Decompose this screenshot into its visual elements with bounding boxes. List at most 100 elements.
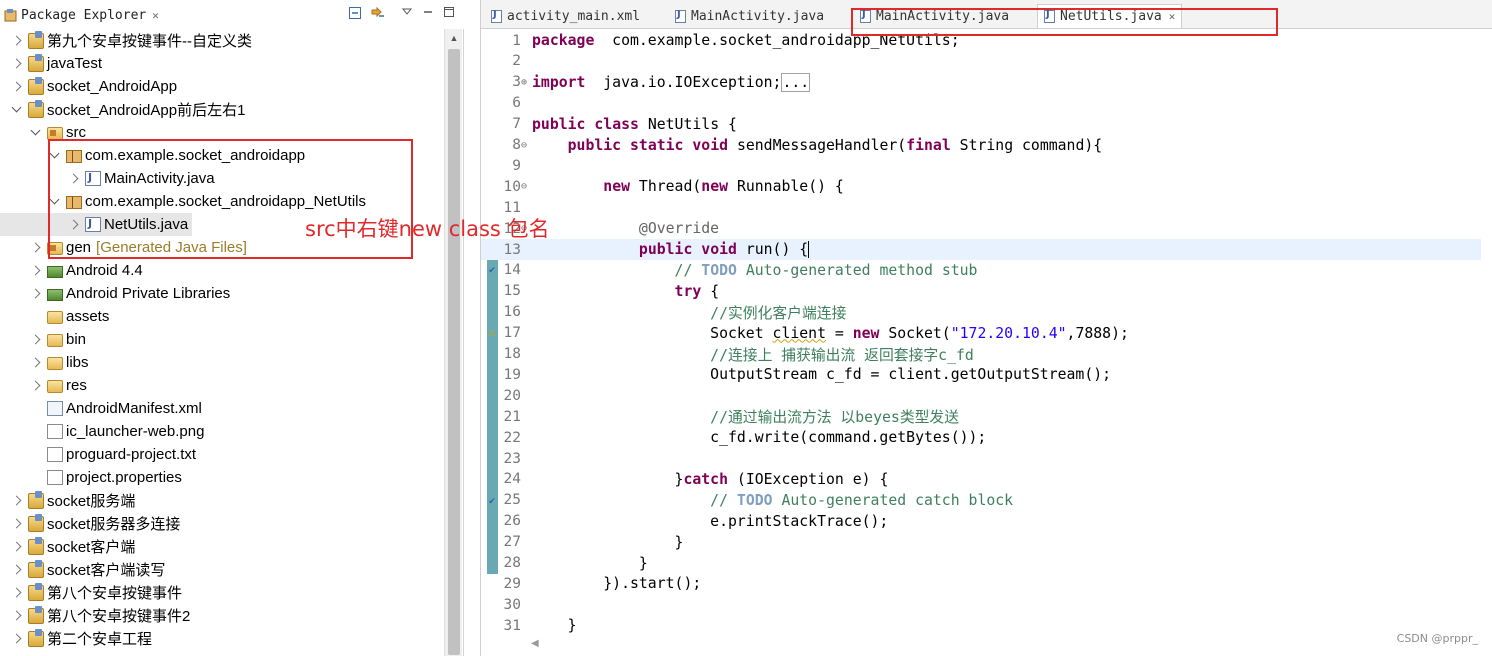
fold-toggle-icon[interactable]: ⊖ — [521, 140, 532, 151]
code-line[interactable]: 23 — [481, 448, 1481, 469]
code-line[interactable]: 22 c_fd.write(command.getBytes()); — [481, 427, 1481, 448]
expanded-chevron-icon[interactable] — [29, 126, 43, 140]
code-text: }).start(); — [532, 575, 701, 592]
code-line[interactable]: 2 — [481, 51, 1481, 72]
explorer-tab-bar: Package Explorer ✕ — [0, 0, 464, 29]
code-line[interactable]: 29 }).start(); — [481, 573, 1481, 594]
code-text: } — [532, 534, 684, 551]
scroll-left-icon[interactable]: ◀ — [531, 638, 539, 649]
code-line[interactable]: 27 } — [481, 532, 1481, 553]
code-line[interactable]: 18 //连接上 捕获输出流 返回套接字c_fd — [481, 344, 1481, 365]
project-item[interactable]: socket服务端 — [0, 489, 135, 512]
project-icon — [28, 605, 44, 624]
line-number: 7 — [512, 116, 521, 133]
collapsed-chevron-icon[interactable] — [10, 80, 24, 94]
code-line[interactable]: 3 ⊕ import java.io.IOException;... — [481, 72, 1481, 93]
code-line[interactable]: 17 Socket client = new Socket("172.20.10… — [481, 323, 1481, 344]
code-line[interactable]: 20 — [481, 385, 1481, 406]
project-item[interactable]: socket_AndroidApp前后左右1 — [0, 98, 245, 121]
code-text: @Override — [532, 220, 719, 237]
file-icon — [47, 424, 63, 439]
expanded-chevron-icon[interactable] — [10, 103, 24, 117]
code-line[interactable]: 14 // TODO Auto-generated method stub — [481, 260, 1481, 281]
folder-icon — [47, 334, 63, 347]
line-number: 26 — [503, 513, 521, 530]
code-line[interactable]: 8 ⊖ public static void sendMessageHandler… — [481, 135, 1481, 156]
collapsed-chevron-icon[interactable] — [10, 563, 24, 577]
collapsed-chevron-icon[interactable] — [29, 333, 43, 347]
collapsed-chevron-icon[interactable] — [29, 241, 43, 255]
project-item[interactable]: 第九个安卓按键事件--自定义类 — [0, 29, 252, 52]
tree-item[interactable]: bin — [0, 328, 86, 351]
code-line[interactable]: 16 //实例化客户端连接 — [481, 302, 1481, 323]
collapsed-chevron-icon[interactable] — [10, 586, 24, 600]
close-icon[interactable]: ✕ — [152, 9, 159, 22]
line-number: 30 — [503, 596, 521, 613]
code-line[interactable]: 19 OutputStream c_fd = client.getOutputS… — [481, 364, 1481, 385]
project-item[interactable]: 第二个安卓工程 — [0, 627, 152, 650]
project-item[interactable]: 第八个安卓按键事件2 — [0, 604, 190, 627]
code-area[interactable]: 1 package com.example.socket_androidapp_N… — [481, 29, 1492, 643]
code-line[interactable]: 12 ⊖ @Override — [481, 218, 1481, 239]
collapsed-chevron-icon[interactable] — [10, 517, 24, 531]
tree-item[interactable]: proguard-project.txt — [0, 443, 196, 466]
code-line[interactable]: 7 public class NetUtils { — [481, 114, 1481, 135]
tree-item[interactable]: libs — [0, 351, 89, 374]
explorer-scrollbar[interactable]: ▲ — [444, 29, 462, 656]
tree-item[interactable]: res — [0, 374, 87, 397]
project-item[interactable]: 第八个安卓按键事件 — [0, 581, 182, 604]
code-line[interactable]: 9 — [481, 155, 1481, 176]
minimize-icon[interactable] — [420, 6, 436, 22]
code-line[interactable]: 26 e.printStackTrace(); — [481, 511, 1481, 532]
code-text: //实例化客户端连接 — [532, 302, 846, 323]
tree-item[interactable]: ic_launcher-web.png — [0, 420, 204, 443]
tree-item[interactable]: AndroidManifest.xml — [0, 397, 202, 420]
code-line[interactable]: 28 } — [481, 553, 1481, 574]
tree-item[interactable]: project.properties — [0, 466, 182, 489]
view-menu-icon[interactable] — [399, 6, 415, 22]
collapsed-chevron-icon[interactable] — [10, 540, 24, 554]
scroll-up-icon[interactable]: ▲ — [445, 29, 463, 47]
editor-tab[interactable]: activity_main.xml — [485, 4, 646, 28]
collapse-all-icon[interactable] — [347, 6, 363, 22]
collapsed-chevron-icon[interactable] — [10, 632, 24, 646]
folded-import-marker[interactable]: ... — [781, 72, 811, 92]
project-item[interactable]: socket客户端读写 — [0, 558, 165, 581]
code-token: String command){ — [950, 136, 1103, 154]
editor-tab[interactable]: MainActivity.java — [669, 4, 830, 28]
collapsed-chevron-icon[interactable] — [29, 379, 43, 393]
project-item[interactable]: javaTest — [0, 52, 102, 75]
collapsed-chevron-icon[interactable] — [29, 287, 43, 301]
scrollbar-thumb[interactable] — [448, 49, 460, 655]
project-item[interactable]: socket服务器多连接 — [0, 512, 180, 535]
tree-item[interactable]: Android 4.4 — [0, 259, 143, 282]
collapsed-chevron-icon[interactable] — [29, 264, 43, 278]
collapsed-chevron-icon[interactable] — [10, 609, 24, 623]
code-line[interactable]: 11 — [481, 197, 1481, 218]
code-line[interactable]: 25 // TODO Auto-generated catch block — [481, 490, 1481, 511]
tree-item[interactable]: Android Private Libraries — [0, 282, 230, 305]
project-item[interactable]: socket客户端 — [0, 535, 135, 558]
collapsed-chevron-icon[interactable] — [10, 34, 24, 48]
code-line[interactable]: 30 — [481, 594, 1481, 615]
xml-icon — [47, 401, 63, 416]
horizontal-scrollbar[interactable]: ◀ — [521, 638, 1481, 656]
code-line[interactable]: 21 //通过输出流方法 以beyes类型发送 — [481, 406, 1481, 427]
code-line[interactable]: 24 }catch (IOException e) { — [481, 469, 1481, 490]
project-item[interactable]: socket_AndroidApp — [0, 75, 177, 98]
collapsed-chevron-icon[interactable] — [10, 57, 24, 71]
code-line[interactable]: 15 try { — [481, 281, 1481, 302]
code-line[interactable]: 31 } — [481, 615, 1481, 636]
fold-toggle-icon[interactable]: ⊖ — [521, 181, 532, 192]
collapsed-chevron-icon[interactable] — [10, 494, 24, 508]
link-with-editor-icon[interactable] — [370, 6, 386, 22]
file-icon — [47, 470, 63, 485]
tree-item[interactable]: assets — [0, 305, 109, 328]
code-line[interactable]: 6 — [481, 93, 1481, 114]
code-line[interactable]: 13 public void run() { — [481, 239, 1481, 260]
fold-toggle-icon[interactable]: ⊕ — [521, 77, 532, 88]
collapsed-chevron-icon[interactable] — [29, 356, 43, 370]
code-line[interactable]: 10 ⊖ new Thread(new Runnable() { — [481, 176, 1481, 197]
maximize-icon[interactable] — [441, 6, 457, 22]
package-explorer-tab[interactable]: Package Explorer ✕ — [0, 3, 163, 27]
